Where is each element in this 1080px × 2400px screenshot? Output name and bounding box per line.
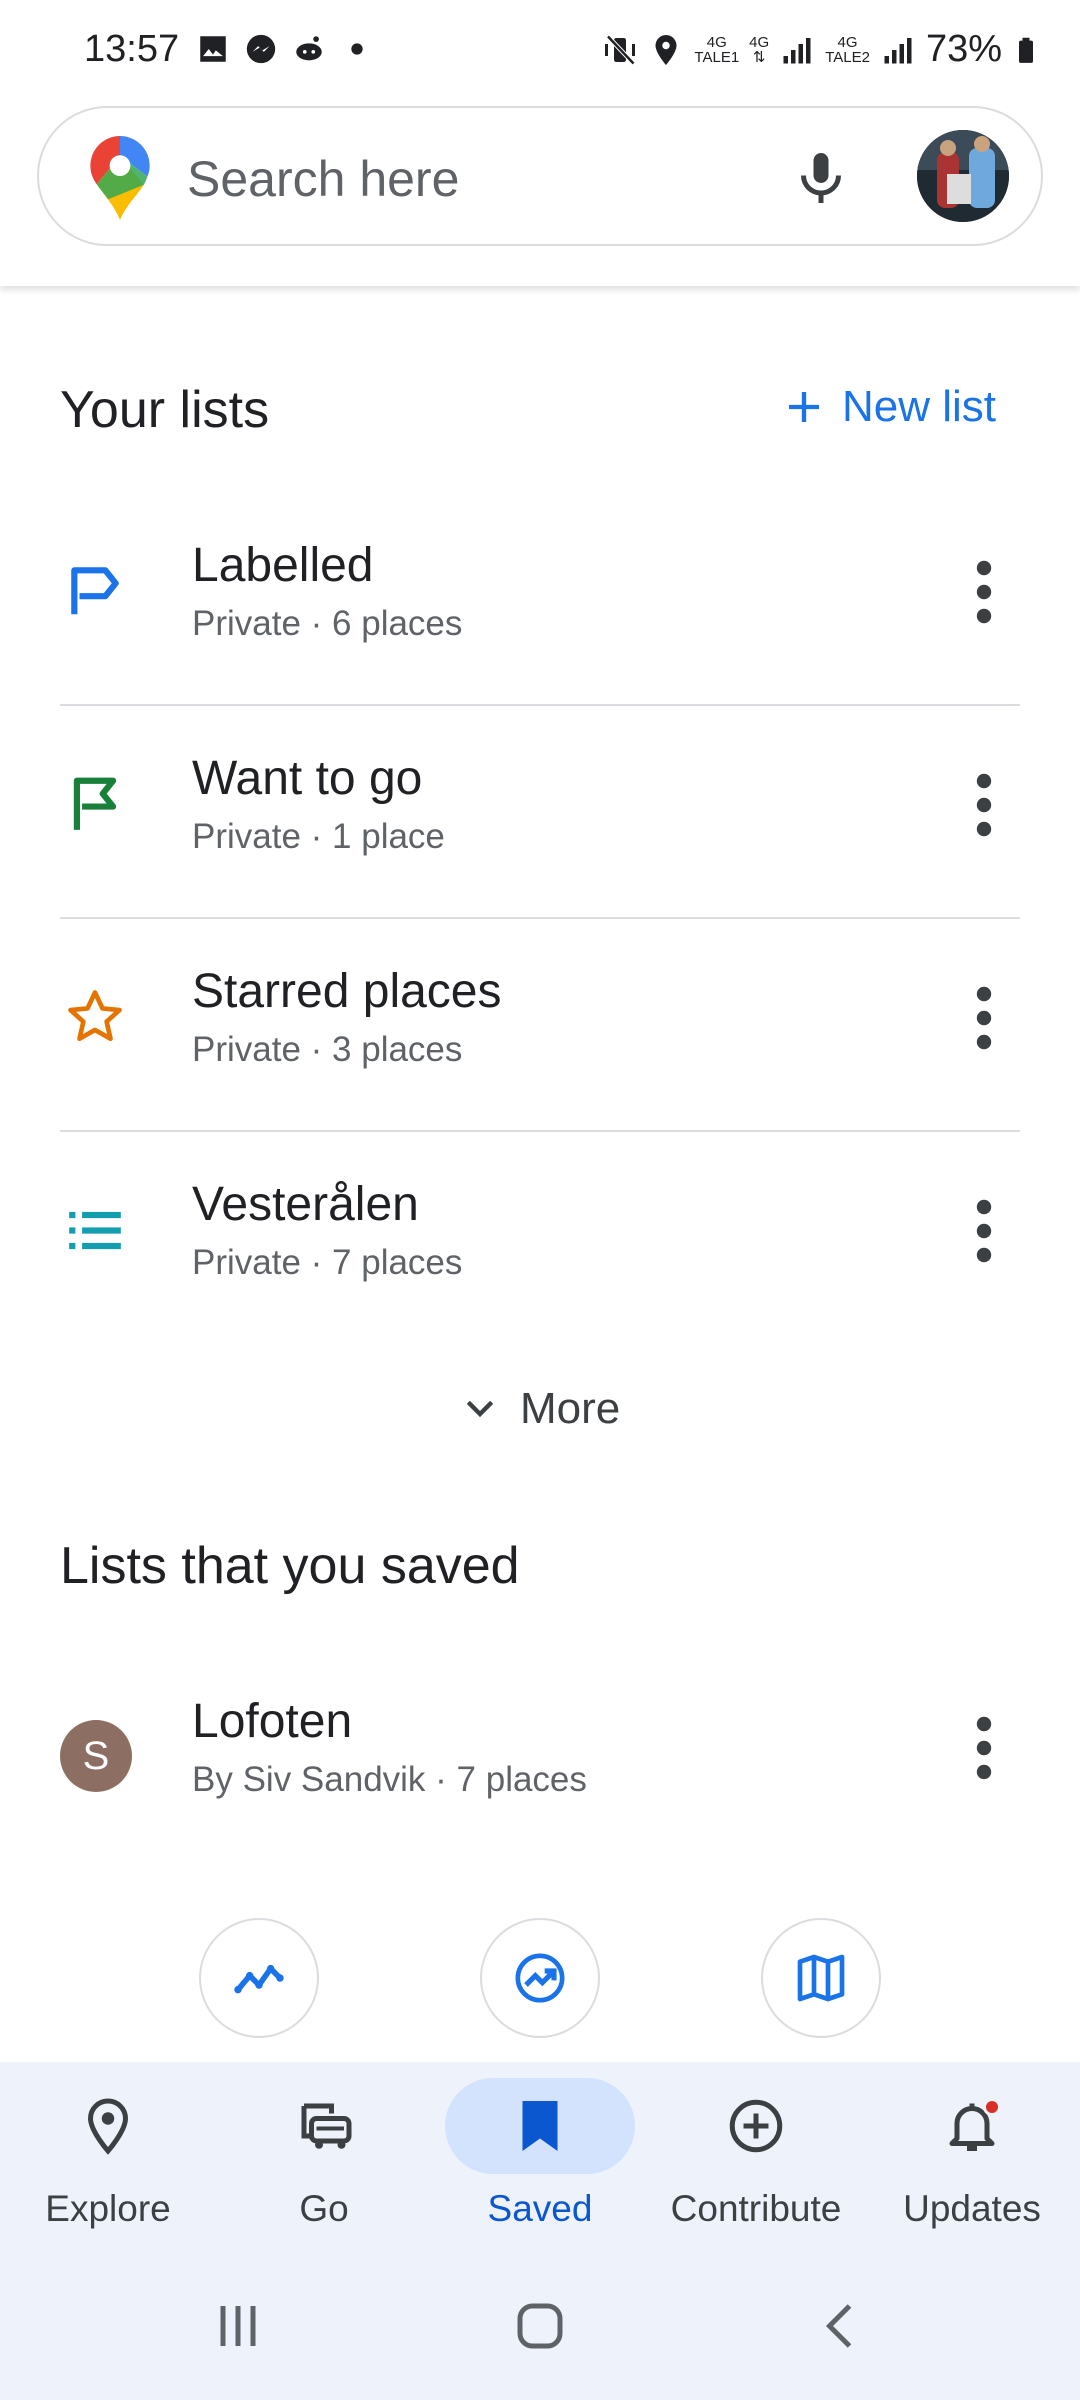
saved-list-item-lofoten[interactable]: Lofoten By Siv Sandvik · 7 places — [0, 1650, 1080, 1862]
recent-apps-icon[interactable] — [208, 2296, 268, 2356]
saved-lists-title: Lists that you saved — [60, 1537, 520, 1595]
new-list-label: New list — [841, 382, 996, 431]
list-title: Labelled — [192, 539, 374, 592]
dot-icon — [351, 43, 363, 55]
nav-icon-container — [13, 2078, 203, 2174]
profile-photo-icon — [917, 130, 1009, 222]
list-subtitle: By Siv Sandvik · 7 places — [192, 1760, 587, 1799]
battery-percent: 73% — [925, 28, 1002, 70]
list-icon — [69, 1211, 121, 1250]
list-title: Starred places — [192, 965, 502, 1018]
status-right: 4G TALE1 4G ⇅ 4G TALE2 73% — [602, 28, 1040, 71]
more-vert-icon[interactable] — [966, 556, 1002, 628]
nav-label: Contribute — [670, 2188, 842, 2229]
list-title: Want to go — [192, 752, 423, 805]
nav-label: Go — [299, 2188, 349, 2229]
signal-icon — [783, 37, 811, 63]
map-icon — [797, 1954, 845, 2002]
your-lists-title: Your lists — [60, 381, 270, 439]
timeline-icon — [234, 1964, 284, 1994]
battery-icon — [1019, 37, 1033, 63]
divider — [60, 917, 1020, 919]
nav-icon-container — [229, 2078, 419, 2174]
notification-icons — [196, 32, 374, 66]
status-bar: 13:57 4G TALE1 4G ⇅ 4G TALE2 73% — [0, 0, 1080, 100]
list-subtitle: Private · 1 place — [192, 817, 445, 856]
bookmark-icon — [522, 2101, 558, 2151]
plus-icon — [788, 392, 819, 422]
more-button[interactable]: More — [460, 1384, 620, 1434]
nav-go[interactable]: Go — [216, 2062, 432, 2262]
bottom-navigation: Explore Go Saved Contribute Updates — [0, 2062, 1080, 2400]
status-time: 13:57 — [84, 28, 180, 70]
location-icon — [655, 34, 677, 65]
back-icon[interactable] — [812, 2296, 872, 2356]
messenger-icon — [246, 34, 276, 64]
search-input[interactable]: Search here — [187, 150, 459, 208]
list-item-starred-places[interactable]: Starred places Private · 3 places — [0, 920, 1080, 1132]
nav-icon-container — [877, 2078, 1067, 2174]
list-subtitle: Private · 6 places — [192, 604, 463, 643]
chevron-down-icon — [466, 1400, 494, 1418]
network-label-3: 4G TALE2 — [825, 33, 870, 66]
label-flag-icon — [71, 567, 119, 615]
profile-avatar[interactable] — [917, 130, 1009, 222]
new-list-button[interactable]: New list — [784, 382, 996, 432]
trending-icon — [515, 1953, 565, 2003]
map-button[interactable] — [761, 1918, 881, 2038]
network-label-2: 4G ⇅ — [749, 33, 770, 66]
car-icon — [301, 2103, 352, 2149]
more-label: More — [520, 1384, 621, 1433]
nav-explore[interactable]: Explore — [0, 2062, 216, 2262]
list-item-want-to-go[interactable]: Want to go Private · 1 place — [0, 707, 1080, 919]
nav-icon-container — [445, 2078, 635, 2174]
nav-label: Updates — [903, 2188, 1041, 2229]
list-title: Lofoten — [192, 1695, 353, 1748]
location-pin-icon — [87, 2098, 129, 2155]
add-circle-icon — [729, 2099, 783, 2153]
more-vert-icon[interactable] — [966, 1712, 1002, 1784]
google-maps-logo-icon — [90, 136, 150, 220]
search-bar[interactable]: Search here — [37, 106, 1043, 246]
more-vert-icon[interactable] — [966, 769, 1002, 841]
list-item-vesteralen[interactable]: Vesterålen Private · 7 places — [0, 1133, 1080, 1345]
star-icon — [68, 990, 122, 1042]
microphone-icon[interactable] — [791, 146, 851, 210]
home-icon[interactable] — [510, 2296, 570, 2356]
trending-button[interactable] — [480, 1918, 600, 2038]
nav-updates[interactable]: Updates — [864, 2062, 1080, 2262]
image-icon — [200, 36, 226, 62]
list-subtitle: Private · 7 places — [192, 1243, 463, 1282]
divider — [60, 1130, 1020, 1132]
more-vert-icon[interactable] — [966, 1195, 1002, 1267]
list-subtitle: Private · 3 places — [192, 1030, 463, 1069]
nav-icon-container — [661, 2078, 851, 2174]
signal-icon — [884, 37, 912, 63]
network-label-1: 4G TALE1 — [694, 33, 740, 66]
notification-badge — [983, 2098, 1001, 2116]
list-item-labelled[interactable]: Labelled Private · 6 places — [0, 494, 1080, 706]
reddit-icon — [296, 36, 322, 61]
nav-contribute[interactable]: Contribute — [648, 2062, 864, 2262]
timeline-button[interactable] — [199, 1918, 319, 2038]
divider — [60, 704, 1020, 706]
flag-icon — [73, 777, 117, 830]
nav-label: Saved — [487, 2188, 593, 2229]
system-navigation — [0, 2270, 1080, 2380]
author-avatar: S — [60, 1720, 132, 1792]
search-area: Search here — [0, 100, 1080, 286]
list-title: Vesterålen — [192, 1178, 419, 1231]
nav-label: Explore — [45, 2188, 171, 2229]
nav-saved[interactable]: Saved — [432, 2062, 648, 2262]
vibrate-mute-icon — [605, 34, 636, 65]
more-vert-icon[interactable] — [966, 982, 1002, 1054]
